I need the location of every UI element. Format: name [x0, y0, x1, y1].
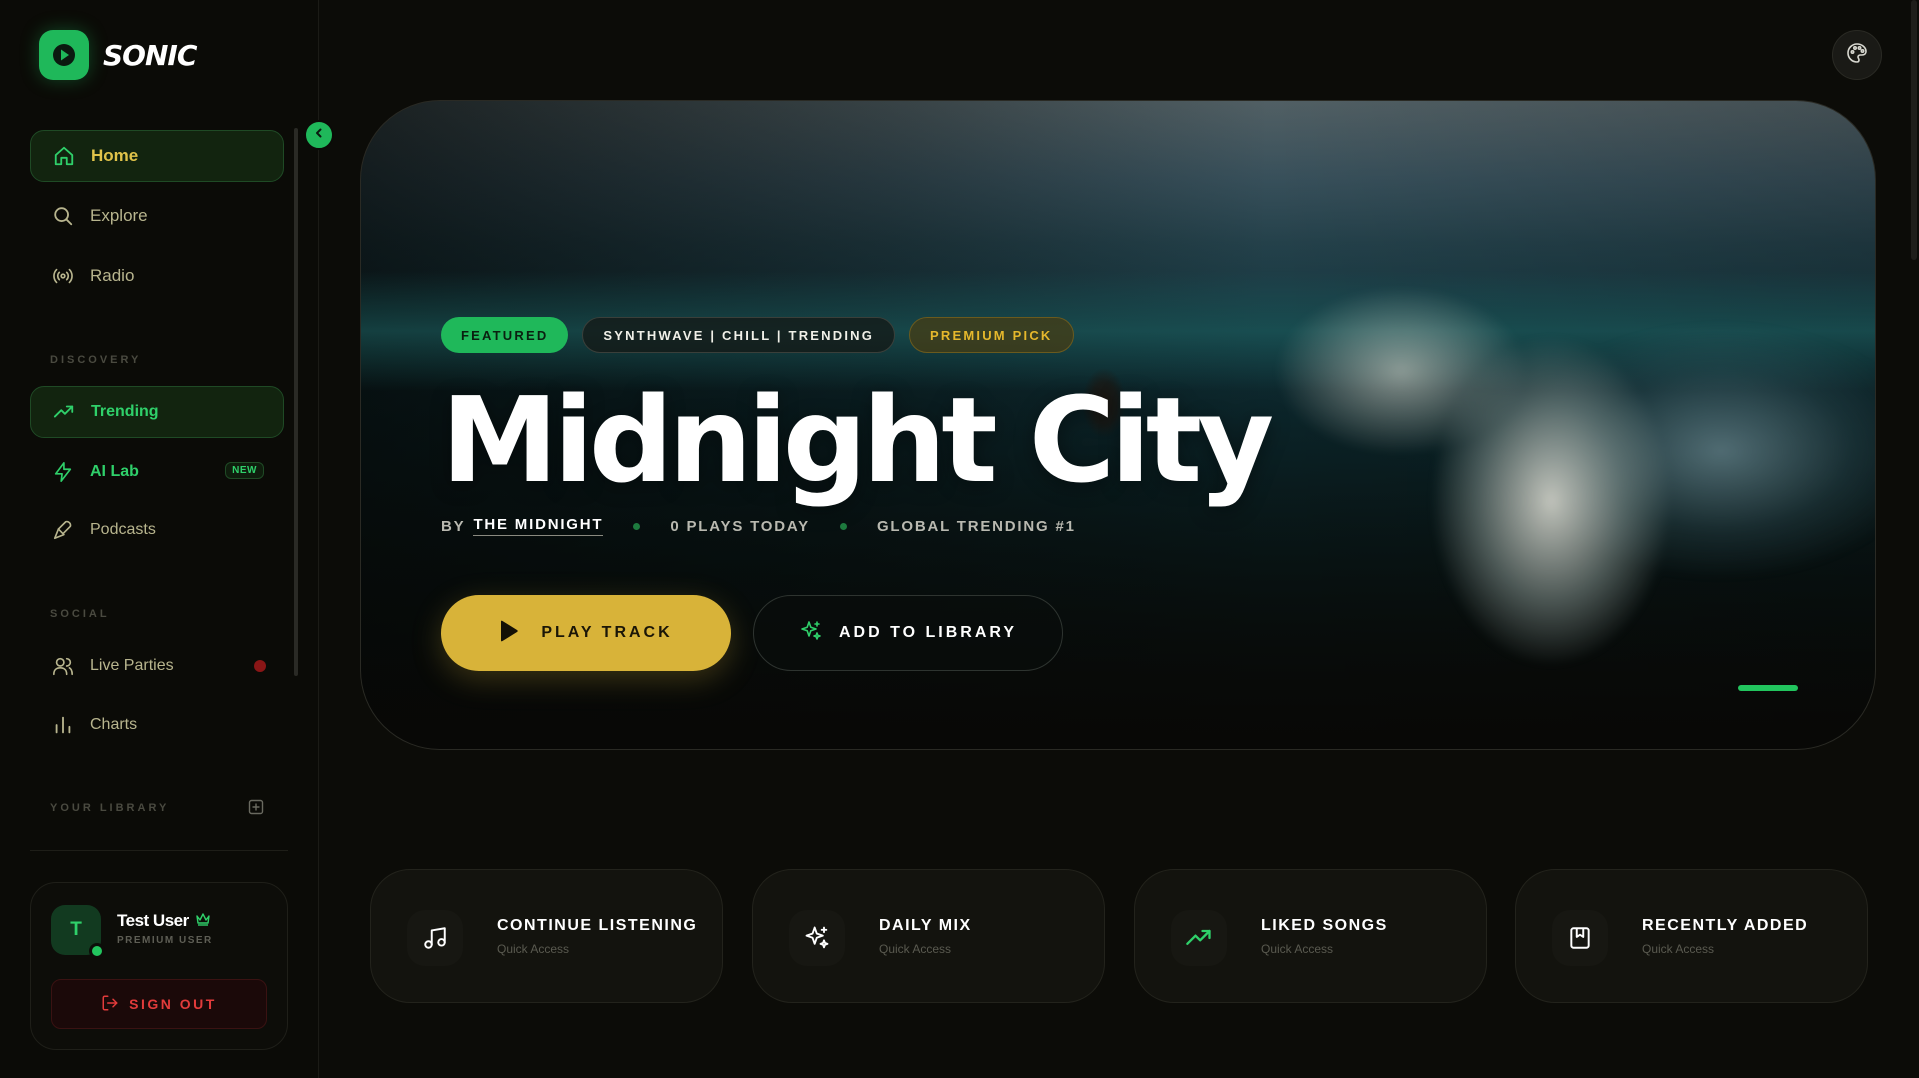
meta-separator: [633, 522, 641, 530]
by-label: BY: [441, 517, 466, 535]
users-icon: [50, 653, 76, 679]
sign-out-button[interactable]: SIGN OUT: [51, 979, 267, 1029]
section-label-social: SOCIAL: [50, 608, 110, 620]
collapse-sidebar-button[interactable]: [304, 120, 334, 150]
sidebar: SONIC Home Explore Radio DISCOVERY Trend…: [0, 0, 319, 1078]
lightning-icon: [50, 459, 76, 485]
trending-rank: GLOBAL TRENDING #1: [876, 517, 1076, 535]
quick-access-continue-listening[interactable]: CONTINUE LISTENING Quick Access: [370, 869, 723, 1003]
sonic-logo-icon: [39, 30, 89, 80]
quick-access-title: DAILY MIX: [879, 917, 972, 934]
user-name-text: Test User: [117, 911, 189, 930]
search-icon: [50, 203, 76, 229]
meta-separator: [839, 522, 847, 530]
nav-item-radio[interactable]: Radio: [30, 250, 284, 302]
bookmark-icon: [1552, 910, 1608, 966]
sidebar-divider: [30, 850, 288, 851]
quick-access-title: CONTINUE LISTENING: [497, 917, 698, 934]
bar-chart-icon: [50, 712, 76, 738]
sign-out-label: SIGN OUT: [129, 996, 217, 1012]
quick-access-subtitle: Quick Access: [1261, 942, 1334, 956]
crown-icon: [195, 911, 211, 931]
featured-hero-banner: FEATURED SYNTHWAVE | CHILL | TRENDING PR…: [360, 100, 1876, 750]
nav-item-label: Radio: [90, 266, 135, 285]
track-meta: BY THE MIDNIGHT 0 PLAYS TODAY GLOBAL TRE…: [441, 516, 1076, 536]
quick-access-title: LIKED SONGS: [1261, 917, 1388, 934]
play-icon: [499, 620, 519, 647]
nav-item-trending[interactable]: Trending: [30, 386, 284, 438]
new-badge: NEW: [225, 462, 264, 479]
chevron-left-icon: [313, 126, 325, 144]
carousel-indicator[interactable]: [1738, 685, 1798, 691]
trending-up-icon: [1171, 910, 1227, 966]
nav-item-label: Home: [91, 146, 139, 165]
live-indicator-dot: [254, 660, 266, 672]
quick-access-subtitle: Quick Access: [1642, 942, 1715, 956]
plays-count: 0 PLAYS TODAY: [670, 517, 810, 535]
play-track-label: PLAY TRACK: [541, 624, 673, 641]
track-title: Midnight City: [441, 371, 1274, 509]
music-note-icon: [407, 910, 463, 966]
nav-item-live-parties[interactable]: Live Parties: [30, 640, 284, 692]
quick-access-recently-added[interactable]: RECENTLY ADDED Quick Access: [1515, 869, 1868, 1003]
user-role: PREMIUM USER: [117, 935, 213, 946]
online-status-dot: [89, 943, 105, 959]
nav-item-label: Podcasts: [90, 521, 156, 538]
section-label-discovery: DISCOVERY: [50, 354, 142, 366]
user-card: T Test User PREMIUM USER SIGN OUT: [30, 882, 288, 1050]
trending-icon: [51, 399, 77, 425]
nav-item-label: AI Lab: [90, 463, 139, 480]
featured-tag: FEATURED: [441, 317, 569, 353]
add-to-library-button[interactable]: ADD TO LIBRARY: [753, 595, 1063, 671]
artist-link[interactable]: THE MIDNIGHT: [473, 516, 604, 536]
nav-item-label: Charts: [90, 716, 138, 733]
nav-item-ai-lab[interactable]: AI Lab NEW: [30, 446, 284, 498]
add-to-library-label: ADD TO LIBRARY: [839, 624, 1017, 641]
sparkles-icon: [789, 910, 845, 966]
user-name: Test User: [117, 911, 211, 931]
quick-access-daily-mix[interactable]: DAILY MIX Quick Access: [752, 869, 1105, 1003]
sidebar-scrollbar[interactable]: [294, 128, 298, 676]
page-scrollbar[interactable]: [1911, 0, 1917, 260]
quick-access-title: RECENTLY ADDED: [1642, 917, 1809, 934]
microphone-icon: [50, 517, 76, 543]
theme-palette-button[interactable]: [1832, 30, 1882, 80]
nav-item-podcasts[interactable]: Podcasts: [30, 504, 284, 556]
section-label-library: YOUR LIBRARY: [50, 802, 170, 814]
premium-pick-tag: PREMIUM PICK: [909, 317, 1074, 353]
brand[interactable]: SONIC: [39, 30, 197, 80]
brand-name: SONIC: [103, 38, 197, 72]
add-playlist-icon[interactable]: [248, 799, 264, 815]
home-icon: [51, 143, 77, 169]
nav-item-label: Explore: [90, 206, 148, 225]
nav-item-label: Live Parties: [90, 657, 174, 674]
radio-icon: [50, 263, 76, 289]
quick-access-liked-songs[interactable]: LIKED SONGS Quick Access: [1134, 869, 1487, 1003]
hero-tags: FEATURED SYNTHWAVE | CHILL | TRENDING PR…: [441, 317, 1074, 353]
quick-access-subtitle: Quick Access: [497, 942, 570, 956]
palette-icon: [1845, 41, 1869, 70]
play-track-button[interactable]: PLAY TRACK: [441, 595, 731, 671]
app-root: SONIC Home Explore Radio DISCOVERY Trend…: [0, 0, 1919, 1078]
nav-item-home[interactable]: Home: [30, 130, 284, 182]
genre-tag: SYNTHWAVE | CHILL | TRENDING: [582, 317, 896, 353]
nav-item-explore[interactable]: Explore: [30, 190, 284, 242]
hero-background-foam: [1221, 251, 1875, 671]
nav-item-charts[interactable]: Charts: [30, 699, 284, 751]
nav-item-label: Trending: [91, 403, 159, 420]
sign-out-icon: [101, 994, 119, 1015]
sparkles-icon: [799, 619, 823, 648]
quick-access-subtitle: Quick Access: [879, 942, 952, 956]
